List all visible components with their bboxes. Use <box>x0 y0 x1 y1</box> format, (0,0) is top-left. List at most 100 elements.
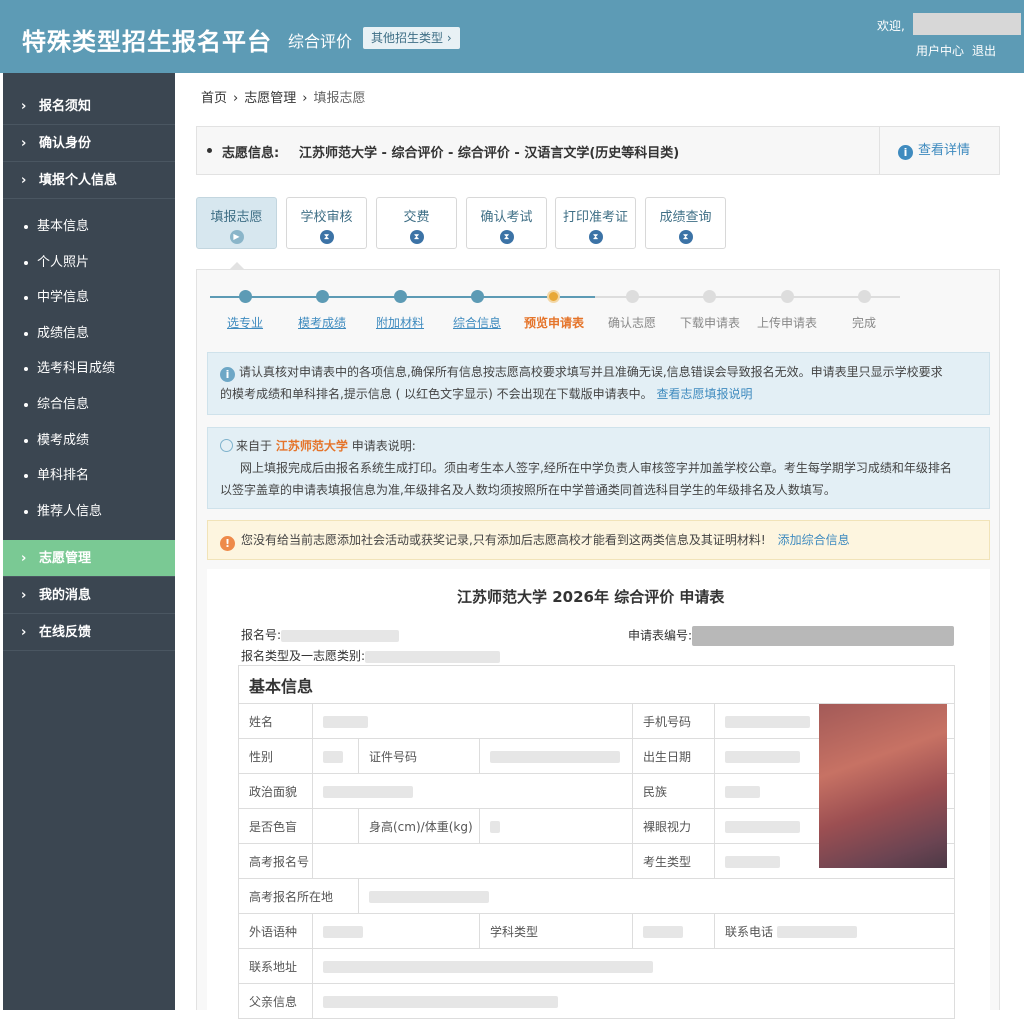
add-comprehensive-link[interactable]: 添加综合信息 <box>778 533 850 547</box>
progress-step-confirm: 确认志愿 <box>608 316 657 330</box>
sidebar-subitem-photo[interactable]: 个人照片 <box>3 245 175 280</box>
sidebar-item-volunteer-manage[interactable]: › 志愿管理 <box>3 540 175 577</box>
sidebar-subitem-basic-info[interactable]: 基本信息 <box>3 209 175 244</box>
other-admission-type-button[interactable]: 其他招生类型 › <box>363 27 460 49</box>
progress-node <box>316 290 329 303</box>
sidebar-subitem-elective-grades[interactable]: 选考科目成绩 <box>3 351 175 386</box>
bullet-icon <box>24 296 28 300</box>
tab-label: 打印准考证 <box>562 210 628 225</box>
user-links: 用户中心 退出 <box>916 42 1004 59</box>
tab-school-review[interactable]: 学校审核 ⧗ <box>286 197 367 249</box>
app-no-label: 申请表编号: <box>628 628 693 643</box>
breadcrumb: 首页 › 志愿管理 › 填报志愿 <box>201 87 365 106</box>
bullet-icon <box>24 403 28 407</box>
notice-text: 申请表说明: <box>351 439 416 453</box>
volunteer-value: 江苏师范大学 - 综合评价 - 综合评价 - 汉语言文学(历史等科目类) <box>299 146 680 161</box>
field-value <box>312 738 359 774</box>
bullet-icon <box>24 474 28 478</box>
user-name-redacted <box>913 13 1021 35</box>
tab-print-admission[interactable]: 打印准考证 ⧗ <box>555 197 636 249</box>
user-center-link[interactable]: 用户中心 <box>916 44 964 58</box>
sidebar-subitem-label: 基本信息 <box>37 219 90 234</box>
view-details-button[interactable]: i 查看详情 <box>879 127 1000 174</box>
notice-text: 以签字盖章的申请表填报信息为准,年级排名及人数均须按照所在中学普通类同首选科目学… <box>220 483 836 497</box>
breadcrumb-current: 填报志愿 <box>313 91 366 106</box>
breadcrumb-manage[interactable]: 志愿管理 <box>244 91 296 106</box>
section-title: 基本信息 <box>238 665 955 704</box>
breadcrumb-home[interactable]: 首页 <box>201 91 227 106</box>
welcome-text: 欢迎, <box>877 19 905 33</box>
progress-node-current <box>547 290 560 303</box>
sidebar-subitem-subject-rank[interactable]: 单科排名 <box>3 458 175 493</box>
view-guide-link[interactable]: 查看志愿填报说明 <box>656 387 752 401</box>
progress-step-mock-exam[interactable]: 模考成绩 <box>298 314 346 331</box>
progress-step-select-major[interactable]: 选专业 <box>227 314 263 331</box>
warning-icon: ! <box>220 536 235 551</box>
notice-text: 网上填报完成后由报名系统生成打印。须由考生本人签字,经所在中学负责人审核签字并加… <box>240 461 952 475</box>
sidebar-subitem-mock-exam[interactable]: 模考成绩 <box>3 423 175 458</box>
sidebar-subitem-grades[interactable]: 成绩信息 <box>3 316 175 351</box>
sidebar-item-label: 在线反馈 <box>39 625 92 640</box>
lightbulb-icon <box>220 439 233 452</box>
progress-node <box>858 290 871 303</box>
sidebar-subitem-label: 单科排名 <box>37 468 90 483</box>
sidebar-subitem-label: 个人照片 <box>37 255 90 270</box>
info-icon: i <box>898 145 913 160</box>
tab-label: 填报志愿 <box>210 210 263 225</box>
hourglass-icon: ⧗ <box>409 230 424 244</box>
logout-link[interactable]: 退出 <box>972 44 996 58</box>
bullet-icon <box>24 367 28 371</box>
notice-text: 请认真核对申请表中的各项信息,确保所有信息按志愿高校要求填写并且准确无误,信息错… <box>239 365 943 379</box>
sidebar-subitem-label: 成绩信息 <box>37 326 90 341</box>
notice-text: 来自于 <box>236 439 273 453</box>
verify-notice: i 请认真核对申请表中的各项信息,确保所有信息按志愿高校要求填写并且准确无误,信息… <box>207 352 990 415</box>
bullet-icon <box>24 510 28 514</box>
tab-score-query[interactable]: 成绩查询 ⧗ <box>645 197 726 249</box>
sidebar-item-label: 报名须知 <box>39 99 92 114</box>
progress-node <box>626 290 639 303</box>
sidebar-item-confirm-identity[interactable]: › 确认身份 <box>3 125 175 162</box>
chevron-right-icon: › <box>21 625 27 640</box>
sidebar-item-feedback[interactable]: › 在线反馈 <box>3 614 175 651</box>
redacted-value <box>692 626 955 646</box>
sidebar: › 报名须知 › 确认身份 › 填报个人信息 基本信息 个人照片 中学信息 成绩信息 … <box>3 73 175 1010</box>
bullet-icon <box>24 261 28 265</box>
field-label: 出生日期 <box>632 738 715 774</box>
chevron-right-icon: › <box>21 173 27 188</box>
tab-payment[interactable]: 交费 ⧗ <box>376 197 457 249</box>
chevron-right-icon: › <box>302 91 308 106</box>
volunteer-label: 志愿信息: <box>222 146 280 161</box>
notice-text: 您没有给当前志愿添加社会活动或获奖记录,只有添加后志愿高校才能看到这两类信息及其… <box>241 533 766 547</box>
sidebar-subitem-recommender[interactable]: 推荐人信息 <box>3 494 175 529</box>
progress-node <box>781 290 794 303</box>
chevron-right-icon: › <box>21 588 27 603</box>
app-no-row: 申请表编号: <box>628 626 955 646</box>
sidebar-item-messages[interactable]: › 我的消息 <box>3 577 175 614</box>
bullet-icon <box>24 225 28 229</box>
progress-step-comprehensive[interactable]: 综合信息 <box>453 314 501 331</box>
sidebar-subitem-comprehensive[interactable]: 综合信息 <box>3 387 175 422</box>
sidebar-item-notice[interactable]: › 报名须知 <box>3 88 175 125</box>
progress-node <box>394 290 407 303</box>
sidebar-item-label: 填报个人信息 <box>39 173 118 188</box>
bullet-icon <box>207 148 212 153</box>
tab-fill-volunteer[interactable]: 填报志愿 ▶ <box>196 197 277 249</box>
progress-step-done: 完成 <box>852 316 877 330</box>
progress-step-attachments[interactable]: 附加材料 <box>376 314 424 331</box>
sidebar-subitem-label: 模考成绩 <box>37 433 90 448</box>
chevron-right-icon: › <box>233 91 239 106</box>
hourglass-icon: ⧗ <box>499 230 514 244</box>
field-label: 联系地址 <box>238 948 313 984</box>
sidebar-subitem-school-info[interactable]: 中学信息 <box>3 280 175 315</box>
sidebar-subitem-label: 中学信息 <box>37 290 90 305</box>
tab-confirm-exam[interactable]: 确认考试 ⧗ <box>466 197 547 249</box>
school-notice: 来自于 江苏师范大学 申请表说明: 网上填报完成后由报名系统生成打印。须由考生本… <box>207 427 990 509</box>
field-label: 高考报名号 <box>238 843 313 879</box>
field-value <box>312 983 955 1019</box>
reg-no-row: 报名号: <box>241 626 400 643</box>
volunteer-info-box: 志愿信息: 江苏师范大学 - 综合评价 - 综合评价 - 汉语言文学(历史等科目… <box>196 126 1000 175</box>
sidebar-item-personal-info[interactable]: › 填报个人信息 <box>3 162 175 199</box>
field-label: 民族 <box>632 773 715 809</box>
hourglass-icon: ⧗ <box>319 230 334 244</box>
field-value <box>632 913 715 949</box>
